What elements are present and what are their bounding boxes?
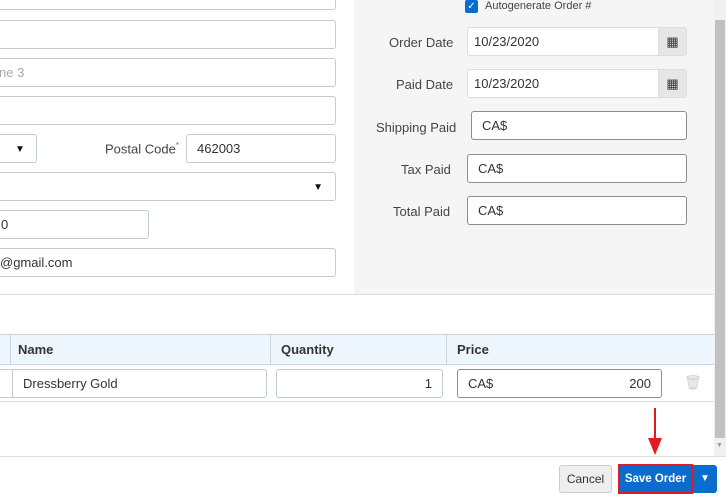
footer-divider [0, 456, 726, 457]
shipping-paid-input[interactable]: CA$ [471, 111, 687, 140]
annotation-arrow [648, 408, 662, 455]
price-currency: CA$ [468, 376, 494, 391]
order-date-label: Order Date [389, 35, 454, 50]
header-quantity[interactable]: Quantity [271, 335, 447, 364]
total-paid-input[interactable]: CA$ [467, 196, 687, 225]
autogenerate-checkbox[interactable]: ✓ [465, 0, 478, 13]
email-input[interactable]: @gmail.com [0, 248, 336, 277]
country-select[interactable]: ▼ [0, 172, 336, 201]
order-date-input[interactable]: 10/23/2020 ▦ [467, 27, 687, 56]
paid-date-label: Paid Date [396, 77, 454, 92]
cancel-button[interactable]: Cancel [559, 465, 612, 493]
order-date-value: 10/23/2020 [474, 34, 540, 49]
total-paid-label: Total Paid [393, 204, 451, 219]
phone-input[interactable]: 0 [0, 210, 149, 239]
trash-icon[interactable]: 🗑 [684, 374, 702, 390]
table-row: Dressberry Gold 1 CA$ 200 🗑 [0, 365, 714, 402]
header-price[interactable]: Price [447, 335, 714, 364]
tax-paid-input[interactable]: CA$ [467, 154, 687, 183]
autogenerate-label: Autogenerate Order # [485, 0, 592, 12]
item-name-input[interactable]: Dressberry Gold [12, 369, 267, 398]
address-line-3-input[interactable]: ne 3 [0, 58, 336, 87]
scrollbar[interactable]: ▼ [714, 0, 726, 456]
address-line-1-input[interactable] [0, 0, 336, 10]
save-order-button[interactable]: Save Order [618, 464, 693, 494]
postal-code-input[interactable]: 462003 [186, 134, 336, 163]
calendar-icon[interactable]: ▦ [658, 70, 686, 97]
shipping-paid-label: Shipping Paid [376, 120, 457, 135]
calendar-icon[interactable]: ▦ [658, 28, 686, 55]
chevron-down-icon: ▼ [700, 473, 710, 484]
item-quantity-input[interactable]: 1 [276, 369, 443, 398]
paid-date-value: 10/23/2020 [474, 76, 540, 91]
divider [0, 294, 714, 295]
city-input[interactable] [0, 96, 336, 125]
header-name[interactable]: Name [8, 335, 271, 364]
address-line-2-input[interactable] [0, 20, 336, 49]
save-options-dropdown[interactable]: ▼ [693, 465, 717, 493]
state-select[interactable]: ▼ [0, 134, 37, 163]
item-price-input[interactable]: CA$ 200 [457, 369, 662, 398]
tax-paid-label: Tax Paid [401, 162, 451, 177]
price-value: 200 [629, 376, 651, 391]
paid-date-input[interactable]: 10/23/2020 ▦ [467, 69, 687, 98]
chevron-down-icon: ▼ [313, 182, 323, 193]
postal-code-label: Postal Code* [105, 141, 179, 157]
chevron-down-icon: ▼ [15, 144, 25, 155]
